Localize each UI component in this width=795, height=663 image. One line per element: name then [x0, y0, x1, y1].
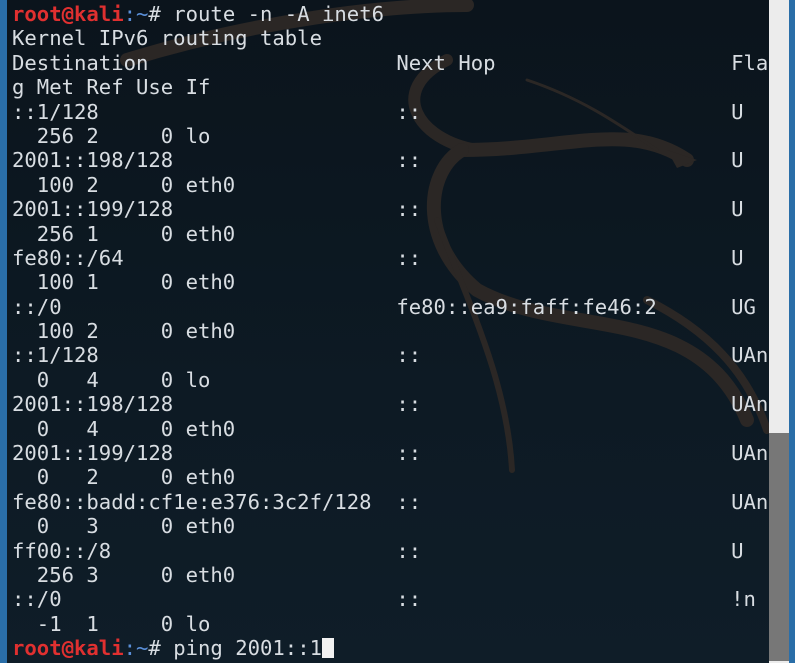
command-input[interactable]: ping 2001::1 [173, 636, 322, 660]
command-line: root@kali:~# route -n -A inet6 [12, 2, 768, 26]
output-line: 2001::198/128 :: UAn [12, 392, 769, 417]
output-line: Destination Next Hop Fla [12, 50, 769, 75]
output-line: 100 2 0 eth0 [12, 319, 236, 344]
scrollbar[interactable] [769, 0, 789, 663]
output-line: 0 2 0 eth0 [12, 465, 236, 490]
terminal-window[interactable]: root@kali:~# route -n -A inet6 Kernel IPv… [7, 0, 769, 663]
output-line: 256 3 0 eth0 [12, 562, 236, 587]
output-line: ::/0 fe80::ea9:faff:fe46:2 UG [12, 294, 756, 319]
output-line: -1 1 0 lo [12, 611, 211, 636]
terminal-output: root@kali:~# route -n -A inet6 Kernel IPv… [12, 2, 768, 661]
output-line: 2001::198/128 :: U [12, 148, 744, 173]
output-line: ::1/128 :: UAn [12, 343, 769, 368]
text-cursor [322, 638, 335, 659]
output-line: fe80::/64 :: U [12, 245, 744, 270]
prompt-path: :~ [123, 2, 149, 26]
output-line: ff00::/8 :: U [12, 538, 744, 563]
output-line: 100 1 0 eth0 [12, 270, 236, 295]
output-line: ::/0 :: !n [12, 587, 756, 612]
output-line: fe80::badd:cf1e:e376:3c2f/128 :: UAn [12, 489, 769, 514]
output-line: 2001::199/128 :: UAn [12, 441, 769, 466]
output-line: 256 2 0 lo [12, 123, 211, 148]
output-line: ::1/128 :: U [12, 99, 744, 124]
prompt-user: root@kali [12, 636, 124, 661]
prompt-path: :~ [123, 636, 149, 661]
prompt-user: root@kali [12, 2, 124, 26]
output-line: Kernel IPv6 routing table [12, 26, 322, 51]
output-line: 256 1 0 eth0 [12, 221, 236, 246]
output-line: 0 3 0 eth0 [12, 514, 236, 539]
output-line: 0 4 0 eth0 [12, 416, 236, 441]
scrollbar-thumb[interactable] [769, 433, 789, 661]
window-border-right [789, 0, 795, 663]
output-line: 2001::199/128 :: U [12, 197, 744, 222]
current-prompt-line[interactable]: root@kali:~# ping 2001::1 [12, 636, 768, 660]
command-text: route -n -A inet6 [173, 2, 384, 26]
output-line: g Met Ref Use If [12, 75, 211, 100]
output-line: 0 4 0 lo [12, 367, 211, 392]
prompt-symbol: # [148, 2, 174, 26]
window-border-left [0, 0, 7, 663]
prompt-symbol: # [148, 636, 174, 661]
output-line: 100 2 0 eth0 [12, 172, 236, 197]
